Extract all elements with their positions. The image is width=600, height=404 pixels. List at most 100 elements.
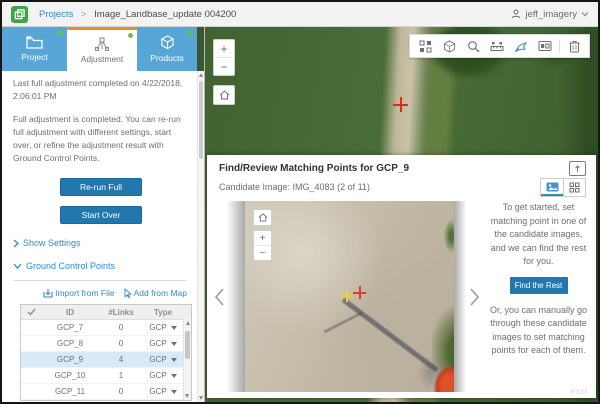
status-green-dot [128,33,133,38]
scrollbar-thumb[interactable] [185,331,190,359]
gcp-marker-crosshair[interactable] [393,97,408,112]
table-row[interactable]: GCP_7 0 GCP [21,320,191,336]
scroll-up-icon[interactable] [199,73,203,77]
adjustment-icon [93,37,111,51]
map-zoom-control: + − [213,39,235,76]
user-menu[interactable]: jeff_imagery [511,9,589,20]
viewer-letterbox-left [227,201,245,392]
pole-shadow [342,297,439,372]
status-green-dot [188,30,193,35]
view-toggle-group [540,178,586,197]
dialog-instructions-panel: To get started, set matching point in on… [482,201,592,392]
image-collection-icon[interactable] [533,35,557,57]
apps-grid-icon[interactable] [413,35,437,57]
gcp-section-header[interactable]: Ground Control Points [13,261,189,271]
previous-image-button[interactable] [211,201,227,392]
table-row[interactable]: GCP_8 0 GCP [21,336,191,352]
find-the-rest-button[interactable]: Find the Rest [510,277,568,294]
scrollbar-thumb[interactable] [199,81,203,159]
candidate-image-viewer: + − [227,201,466,392]
dialog-body: + − To get started, set matching point i… [211,201,592,392]
column-type: Type [143,308,183,317]
top-bar: Projects > Image_Landbase_update 004200 … [2,2,598,27]
find-review-dialog: Find/Review Matching Points for GCP_9 Ca… [207,155,596,398]
tab-adjustment[interactable]: Adjustment [67,27,137,71]
gcp-table: ID #Links Type GCP_7 0 GCP GCP_8 0 GCP [20,304,192,401]
next-image-button[interactable] [466,201,482,392]
show-settings-link[interactable]: Show Settings [13,238,189,248]
table-row[interactable]: GCP_11 0 GCP [21,384,191,400]
grid-view-icon [569,182,580,193]
type-dropdown-arrow-icon[interactable] [171,326,177,330]
pointer-icon [124,288,132,298]
chevron-right-icon [469,287,480,307]
app-logo-icon [11,6,28,23]
cube-icon [160,35,175,50]
chevron-down-icon [581,11,589,17]
chevron-left-icon [214,287,225,307]
delete-icon[interactable] [562,35,586,57]
folder-icon [26,36,43,49]
table-row[interactable]: GCP_10 1 GCP [21,368,191,384]
check-column-icon [21,308,41,316]
toolbar-divider [559,39,560,53]
add-from-map-link[interactable]: Add from Map [124,288,187,298]
matching-point-crosshair-yellow[interactable] [340,289,353,302]
grid-view-toggle[interactable] [563,179,585,196]
type-dropdown-arrow-icon[interactable] [171,374,177,378]
person-icon [511,9,521,19]
pole-shadow-branch [324,312,363,334]
start-over-button[interactable]: Start Over [60,206,142,224]
search-icon[interactable] [461,35,485,57]
candidate-image[interactable]: + − [245,201,454,392]
panel-scrollbar[interactable] [197,71,204,402]
tab-products[interactable]: Products [137,27,197,71]
esri-watermark: esri [570,386,587,397]
map-view[interactable]: + − [205,27,598,402]
import-from-file-link[interactable]: Import from File [43,288,115,298]
import-icon [43,288,53,298]
photo-home-button[interactable] [253,209,272,226]
home-extent-button[interactable] [213,85,235,105]
type-dropdown-arrow-icon[interactable] [171,342,177,346]
breadcrumb-projects-link[interactable]: Projects [39,9,73,20]
zoom-in-button[interactable]: + [214,40,234,58]
scroll-up-icon[interactable] [186,321,190,325]
scroll-down-icon[interactable] [199,396,203,400]
column-links: #Links [99,308,143,317]
measure-icon[interactable] [485,35,509,57]
left-panel: Project Adjustment Products Last full ad… [2,27,205,402]
panel-tabs: Project Adjustment Products [2,27,204,71]
user-name: jeff_imagery [525,9,577,20]
adjustment-status-text: Last full adjustment completed on 4/22/2… [13,77,185,103]
tab-project[interactable]: Project [2,27,67,71]
export-window-icon[interactable] [569,161,586,176]
candidate-image-label: Candidate Image: IMG_4083 (2 of 11) [219,182,370,192]
table-scrollbar[interactable] [183,319,191,400]
tab-label: Project [21,52,47,62]
breadcrumb-project-name: Image_Landbase_update 004200 [94,9,236,20]
image-view-icon [546,182,559,192]
basemap-icon[interactable] [437,35,461,57]
photo-zoom-control: + − [253,230,272,261]
table-row-selected[interactable]: GCP_9 4 GCP [21,352,191,368]
scroll-down-icon[interactable] [185,394,189,398]
type-dropdown-arrow-icon[interactable] [171,358,177,362]
tab-label: Products [150,53,184,63]
zoom-out-button[interactable]: − [254,246,271,260]
vegetation-patch [444,220,454,252]
divider [13,280,187,281]
zoom-out-button[interactable]: − [214,58,234,75]
chevron-down-icon [13,263,22,269]
single-image-view-toggle[interactable] [541,179,563,196]
type-dropdown-arrow-icon[interactable] [171,390,177,394]
instruction-primary: To get started, set matching point in on… [487,201,590,269]
gcp-links-tool-icon[interactable] [509,35,533,57]
zoom-in-button[interactable]: + [254,231,271,246]
matching-point-crosshair-red[interactable] [353,286,366,299]
home-icon [219,90,230,100]
column-id: ID [41,308,99,317]
tab-label: Adjustment [81,54,124,64]
rerun-full-button[interactable]: Re-run Full [60,178,142,196]
instruction-secondary: Or, you can manually go through these ca… [487,304,590,358]
